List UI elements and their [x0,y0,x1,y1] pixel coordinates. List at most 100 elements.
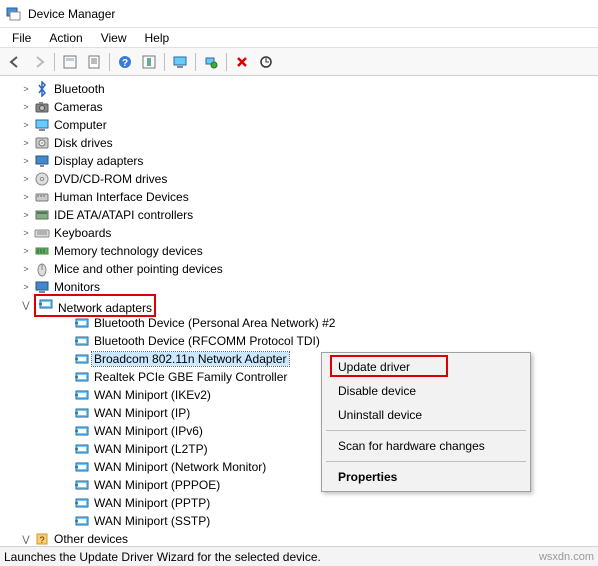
tree-device-label: WAN Miniport (IP) [94,406,190,420]
properties-button[interactable] [83,51,105,73]
expand-icon[interactable]: > [20,263,32,275]
menu-help[interactable]: Help [137,29,178,47]
tree-device-label: Broadcom 802.11n Network Adapter [92,352,289,366]
expand-icon[interactable]: > [20,191,32,203]
network-adapter-icon [74,351,90,367]
toolbar-separator [54,53,55,71]
dvd-icon [34,171,50,187]
tree-device-label: WAN Miniport (PPPOE) [94,478,220,492]
expand-icon[interactable]: > [20,119,32,131]
tree-category-label: Human Interface Devices [54,190,189,204]
expand-icon[interactable]: > [20,245,32,257]
tree-category-label: IDE ATA/ATAPI controllers [54,208,193,222]
tree-category-computer[interactable]: > Computer [0,116,598,134]
bluetooth-icon [34,81,50,97]
tree-category-dvd[interactable]: > DVD/CD-ROM drives [0,170,598,188]
menu-view[interactable]: View [93,29,135,47]
tree-category-label: Disk drives [54,136,113,150]
tree-device-label: WAN Miniport (PPTP) [94,496,210,510]
network-adapter-icon [74,477,90,493]
menubar: File Action View Help [0,28,598,48]
expand-icon[interactable]: > [20,209,32,221]
expand-icon[interactable]: > [20,101,32,113]
context-update-driver[interactable]: Update driver [324,355,528,379]
tree-category-mice[interactable]: > Mice and other pointing devices [0,260,598,278]
toolbar-separator [226,53,227,71]
expand-icon[interactable]: > [20,137,32,149]
keyboard-icon [34,225,50,241]
forward-button[interactable] [28,51,50,73]
tree-category-label: Keyboards [54,226,111,240]
context-disable-device[interactable]: Disable device [324,379,528,403]
tree-category-label: Other devices [54,532,128,546]
network-adapter-icon [74,441,90,457]
tree-device[interactable]: >WAN Miniport (SSTP) [0,512,598,530]
expand-icon[interactable]: > [20,155,32,167]
network-icon [38,296,54,312]
tree-category-label: Mice and other pointing devices [54,262,223,276]
other-icon: ? [34,531,50,546]
network-adapter-icon [74,459,90,475]
tree-device[interactable]: >WAN Miniport (PPTP) [0,494,598,512]
toolbar-separator [195,53,196,71]
network-adapter-icon [74,315,90,331]
help-button[interactable]: ? [114,51,136,73]
tree-category-other[interactable]: ⋁? Other devices [0,530,598,546]
toolbar-separator [164,53,165,71]
network-adapter-icon [74,513,90,529]
network-adapter-icon [74,333,90,349]
tree-category-label: Network adapters [58,301,152,315]
network-adapter-icon [74,495,90,511]
statusbar: Launches the Update Driver Wizard for th… [0,546,598,566]
view-devices-button[interactable] [169,51,191,73]
tree-device[interactable]: >Bluetooth Device (RFCOMM Protocol TDI) [0,332,598,350]
tree-category-keyboards[interactable]: > Keyboards [0,224,598,242]
context-properties[interactable]: Properties [324,465,528,489]
update-driver-button[interactable] [255,51,277,73]
tree-device-label: Realtek PCIe GBE Family Controller [94,370,287,384]
tree-category-bluetooth[interactable]: >Bluetooth [0,80,598,98]
expand-icon[interactable]: > [20,281,32,293]
network-adapter-icon [74,423,90,439]
uninstall-button[interactable] [231,51,253,73]
tree-device-label: WAN Miniport (L2TP) [94,442,208,456]
menu-file[interactable]: File [4,29,39,47]
action-button[interactable] [138,51,160,73]
status-text: Launches the Update Driver Wizard for th… [4,550,321,564]
tree-device-label: WAN Miniport (IPv6) [94,424,203,438]
context-scan-hardware[interactable]: Scan for hardware changes [324,434,528,458]
expand-icon[interactable]: > [20,227,32,239]
memory-icon [34,243,50,259]
ide-icon [34,207,50,223]
tree-category-cameras[interactable]: >Cameras [0,98,598,116]
display-icon [34,153,50,169]
tree-category-label: DVD/CD-ROM drives [54,172,167,186]
mouse-icon [34,261,50,277]
network-adapter-icon [74,387,90,403]
collapse-icon[interactable]: ⋁ [20,533,32,545]
menu-action[interactable]: Action [41,29,90,47]
tree-category-display_adapters[interactable]: >Display adapters [0,152,598,170]
back-button[interactable] [4,51,26,73]
network-adapter-icon [74,369,90,385]
expand-icon[interactable]: > [20,173,32,185]
context-uninstall-device[interactable]: Uninstall device [324,403,528,427]
tree-device[interactable]: >Bluetooth Device (Personal Area Network… [0,314,598,332]
tree-category-network[interactable]: ⋁ Network adapters [0,296,598,314]
show-hidden-button[interactable] [59,51,81,73]
network-adapter-icon [74,405,90,421]
context-separator [326,430,526,431]
camera-icon [34,99,50,115]
tree-category-ide[interactable]: > IDE ATA/ATAPI controllers [0,206,598,224]
toolbar-separator [109,53,110,71]
collapse-icon[interactable]: ⋁ [20,299,32,311]
disk-icon [34,135,50,151]
tree-category-memory[interactable]: >Memory technology devices [0,242,598,260]
tree-category-disk_drives[interactable]: > Disk drives [0,134,598,152]
tree-device-label: WAN Miniport (Network Monitor) [94,460,266,474]
expand-icon[interactable]: > [20,83,32,95]
tree-category-hid[interactable]: > Human Interface Devices [0,188,598,206]
tree-category-label: Computer [54,118,107,132]
tree-device-label: WAN Miniport (SSTP) [94,514,210,528]
scan-hardware-button[interactable] [200,51,222,73]
